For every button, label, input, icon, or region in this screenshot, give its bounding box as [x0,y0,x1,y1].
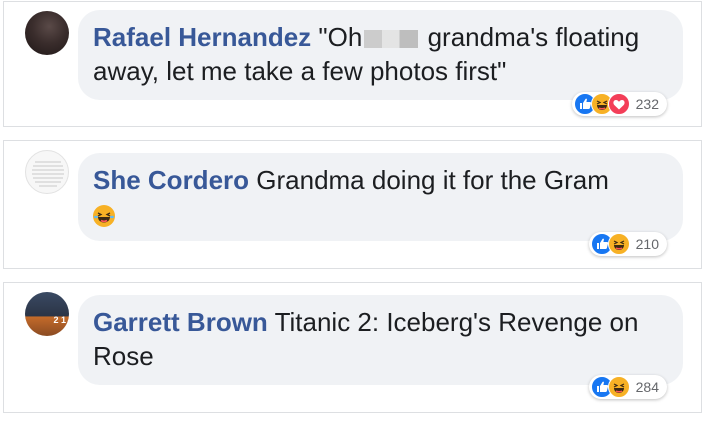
love-icon [607,93,630,115]
avatar-scribble-icon [32,161,64,187]
comment-card: She Cordero Grandma doing it for the Gra… [3,140,702,269]
comment-author[interactable]: Garrett Brown [93,307,268,337]
comment-text: Garrett Brown Titanic 2: Iceberg's Reven… [93,305,667,373]
reaction-summary[interactable]: 210 [588,232,667,256]
comment-body: Grandma doing it for the Gram [256,165,609,195]
reaction-count: 284 [635,379,659,395]
comment-text: Rafael Hernandez "Oh grandma's floating … [93,20,667,88]
comment-bubble: Garrett Brown Titanic 2: Iceberg's Reven… [78,295,683,385]
reaction-count: 210 [635,236,659,252]
haha-icon [607,233,630,255]
avatar[interactable] [25,150,69,194]
comment-card: Rafael Hernandez "Oh grandma's floating … [3,1,702,127]
comment-body-start: "Oh [318,22,363,52]
comment-card: 2 1 Garrett Brown Titanic 2: Iceberg's R… [3,282,702,413]
avatar[interactable] [25,11,69,55]
redacted-text-blur [364,30,419,49]
reaction-summary[interactable]: 284 [588,375,667,399]
comment-bubble: She Cordero Grandma doing it for the Gra… [78,153,683,241]
comment-text: She Cordero Grandma doing it for the Gra… [93,163,667,197]
avatar-badge-text: 2 1 [53,315,66,325]
comment-bubble: Rafael Hernandez "Oh grandma's floating … [78,10,683,100]
reaction-count: 232 [635,96,659,112]
laughing-emoji-icon [93,205,115,227]
comment-author[interactable]: She Cordero [93,165,249,195]
haha-icon [607,376,630,398]
reaction-summary[interactable]: 232 [571,92,667,116]
comment-author[interactable]: Rafael Hernandez [93,22,311,52]
avatar[interactable]: 2 1 [25,292,69,336]
